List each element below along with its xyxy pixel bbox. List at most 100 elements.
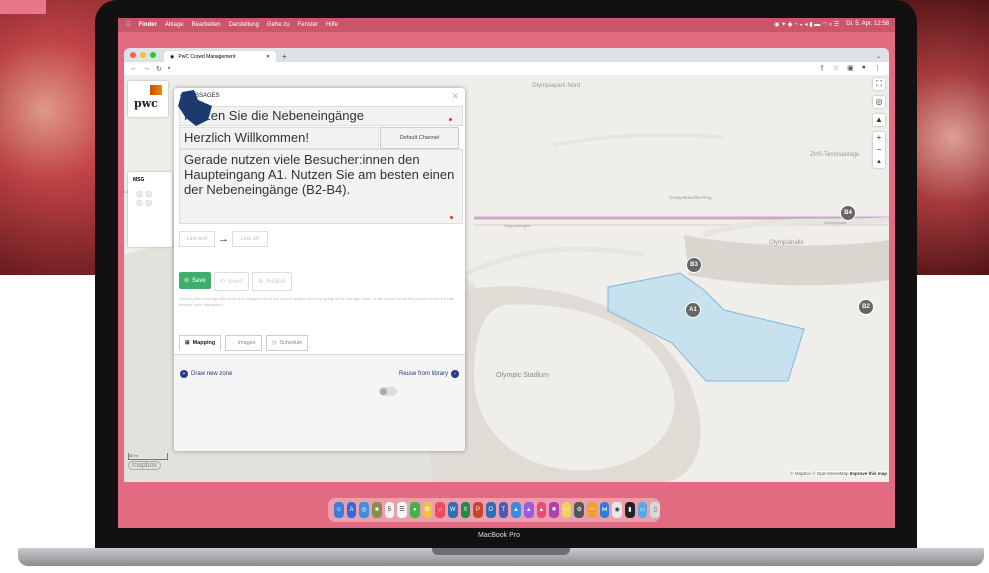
excel-icon[interactable]: X <box>460 502 471 518</box>
save-button[interactable]: ⊜ Save <box>179 272 211 289</box>
more-icon[interactable]: ⋮ <box>874 64 881 72</box>
word-icon[interactable]: W <box>447 502 458 518</box>
affinity-icon[interactable]: ▲ <box>511 502 521 518</box>
miro-icon[interactable]: 〰 <box>587 502 597 518</box>
improve-map-link[interactable]: Improve this map <box>850 471 887 476</box>
lock-icon[interactable]: ▪ <box>168 65 170 72</box>
menu-gehe-zu[interactable]: Gehe zu <box>267 22 290 28</box>
menu-fenster[interactable]: Fenster <box>298 22 318 28</box>
apple-icon[interactable]:  <box>126 22 131 28</box>
notes-icon[interactable]: ▭ <box>561 502 572 518</box>
zone-toggle[interactable] <box>379 387 397 396</box>
menu-finder[interactable]: Finder <box>139 22 157 28</box>
teams-icon[interactable]: T <box>498 502 509 518</box>
menu-hilfe[interactable]: Hilfe <box>326 22 338 28</box>
compass-icon[interactable]: ▲ <box>873 156 885 168</box>
attribution-text[interactable]: © Mapbox © OpenStreetMap <box>790 471 848 476</box>
share-icon[interactable]: ⇪ <box>819 64 825 72</box>
pwc-logo: pwc <box>128 81 168 117</box>
label-sapporobogen: Sapporobogen <box>504 223 531 228</box>
msg-label: MSG <box>133 177 145 183</box>
map-canvas[interactable]: Olympiapark Nord ZHS-Tennisanlage Olympi… <box>124 75 889 482</box>
default-channel-button[interactable]: Default Channel <box>380 127 459 149</box>
vscode-icon[interactable]: ⋈ <box>599 502 610 518</box>
draw-zone-button[interactable]: + Draw new zone <box>180 370 232 378</box>
marker-b4[interactable]: B4 <box>840 205 856 221</box>
message-heading-input[interactable]: Herzlich Willkommen! <box>179 127 379 149</box>
dock: ☺ A ◎ ■ 5 ☰ ● ✿ ♫ W X P O T ▲ ▲ ▲ ✸ ▭ ⚙ … <box>328 498 661 522</box>
tab-schedule[interactable]: ◷ Schedule <box>265 335 309 351</box>
affinity-publisher-icon[interactable]: ▲ <box>536 502 547 518</box>
calendar-icon[interactable]: 5 <box>384 502 395 518</box>
tab-list-chevron-icon[interactable]: ⌄ <box>876 53 881 60</box>
downloads-folder-icon[interactable]: ▭ <box>637 502 648 518</box>
status-icons[interactable]: ◉ ✦ ◆ ◔ ◒ ◂ ▮ ▬ ◠ ⌕ ☰ <box>774 21 839 29</box>
tab-images[interactable]: ◌ Images <box>225 335 262 351</box>
new-tab-button[interactable]: + <box>282 52 287 61</box>
link-text-input[interactable]: Link text <box>179 231 215 247</box>
pwc-flag-icon <box>150 85 162 95</box>
fullscreen-icon[interactable]: ⛶ <box>873 78 885 90</box>
clock[interactable]: Di. 5. Apr. 12:58 <box>846 21 889 29</box>
terminal-icon[interactable]: ▮ <box>625 502 635 518</box>
sketch-icon[interactable]: ✸ <box>549 502 559 518</box>
trash-icon[interactable]: ▯ <box>650 502 661 518</box>
settings-icon[interactable]: ⚙ <box>574 502 585 518</box>
layer-toggle-icons[interactable]: ◎ ◎ ◎ ◎ <box>136 189 172 207</box>
label-olympiahalle: Olympiahalle <box>769 240 804 246</box>
mapping-icon: ⊞ <box>185 340 190 346</box>
publish-button[interactable]: ⊕ Publish <box>252 272 292 291</box>
sidebar-icon[interactable]: ▣ <box>847 64 854 72</box>
marker-a1[interactable]: A1 <box>685 302 701 318</box>
bookmark-star-icon[interactable]: ☆ <box>833 64 839 72</box>
plus-circle-icon: + <box>180 370 188 378</box>
label-olympiapark: Olympiapark <box>824 220 847 225</box>
safari-icon[interactable]: ◎ <box>359 502 369 518</box>
marker-b3[interactable]: B3 <box>686 257 702 273</box>
tab-mapping[interactable]: ⊞ Mapping <box>179 335 222 350</box>
close-tab-icon[interactable]: ✕ <box>266 54 270 60</box>
left-toolbar: MSG ◎ ◎ ◎ ◎ <box>128 172 172 247</box>
outlook-icon[interactable]: O <box>485 502 496 518</box>
marker-b2[interactable]: B2 <box>858 299 874 315</box>
reminders-icon[interactable]: ☰ <box>397 502 407 518</box>
chevron-right-icon: › <box>451 370 459 378</box>
reuse-library-button[interactable]: Reuse from library › <box>399 370 459 378</box>
mapbox-logo[interactable]: mapbox <box>128 461 161 470</box>
photos-app-icon[interactable]: ■ <box>371 502 382 518</box>
appstore-icon[interactable]: A <box>346 502 357 518</box>
link-url-input[interactable]: Link url <box>232 231 268 247</box>
messages-icon[interactable]: ● <box>409 502 420 518</box>
menu-ablage[interactable]: Ablage <box>165 22 184 28</box>
close-window-button[interactable] <box>130 52 136 58</box>
photos-icon[interactable]: ✿ <box>422 502 433 518</box>
menu-darstellung[interactable]: Darstellung <box>229 22 259 28</box>
powerpoint-icon[interactable]: P <box>473 502 483 518</box>
chrome-icon[interactable]: ◉ <box>612 502 623 518</box>
transport-icon[interactable]: ▲ <box>873 114 885 126</box>
finder-icon[interactable]: ☺ <box>334 502 344 518</box>
close-panel-icon[interactable]: ✕ <box>451 91 459 102</box>
zone-thumbnail[interactable] <box>174 88 216 128</box>
macbook-notch <box>432 548 570 555</box>
label-olympiapark-nord: Olympiapark Nord <box>532 83 581 89</box>
minimize-window-button[interactable] <box>140 52 146 58</box>
back-icon[interactable]: ← <box>130 65 137 72</box>
map-scale: 30 m <box>128 453 168 460</box>
message-title-input[interactable]: Nutzen Sie die Nebeneingänge <box>179 106 463 126</box>
delete-note: Deleting this message will cause it to d… <box>179 296 454 307</box>
forward-icon[interactable]: → <box>143 65 150 72</box>
menu-bearbeiten[interactable]: Bearbeiten <box>192 22 221 28</box>
revert-button[interactable]: ⟲ revert <box>213 272 250 291</box>
zoom-window-button[interactable] <box>150 52 156 58</box>
profile-icon[interactable]: ● <box>862 64 866 72</box>
reload-icon[interactable]: ↻ <box>156 65 162 73</box>
browser-tab[interactable]: ◉ PwC Crowd Management ✕ <box>164 51 276 62</box>
music-icon[interactable]: ♫ <box>435 502 445 518</box>
zoom-in-icon[interactable]: + <box>873 132 885 144</box>
affinity-photo-icon[interactable]: ▲ <box>523 502 534 518</box>
status-area: ◉ ✦ ◆ ◔ ◒ ◂ ▮ ▬ ◠ ⌕ ☰ Di. 5. Apr. 12:58 <box>774 21 889 29</box>
message-body-textarea[interactable]: Gerade nutzen viele Besucher:innen den H… <box>179 149 463 224</box>
locate-icon[interactable]: ◎ <box>873 96 885 108</box>
zoom-out-icon[interactable]: − <box>873 144 885 156</box>
